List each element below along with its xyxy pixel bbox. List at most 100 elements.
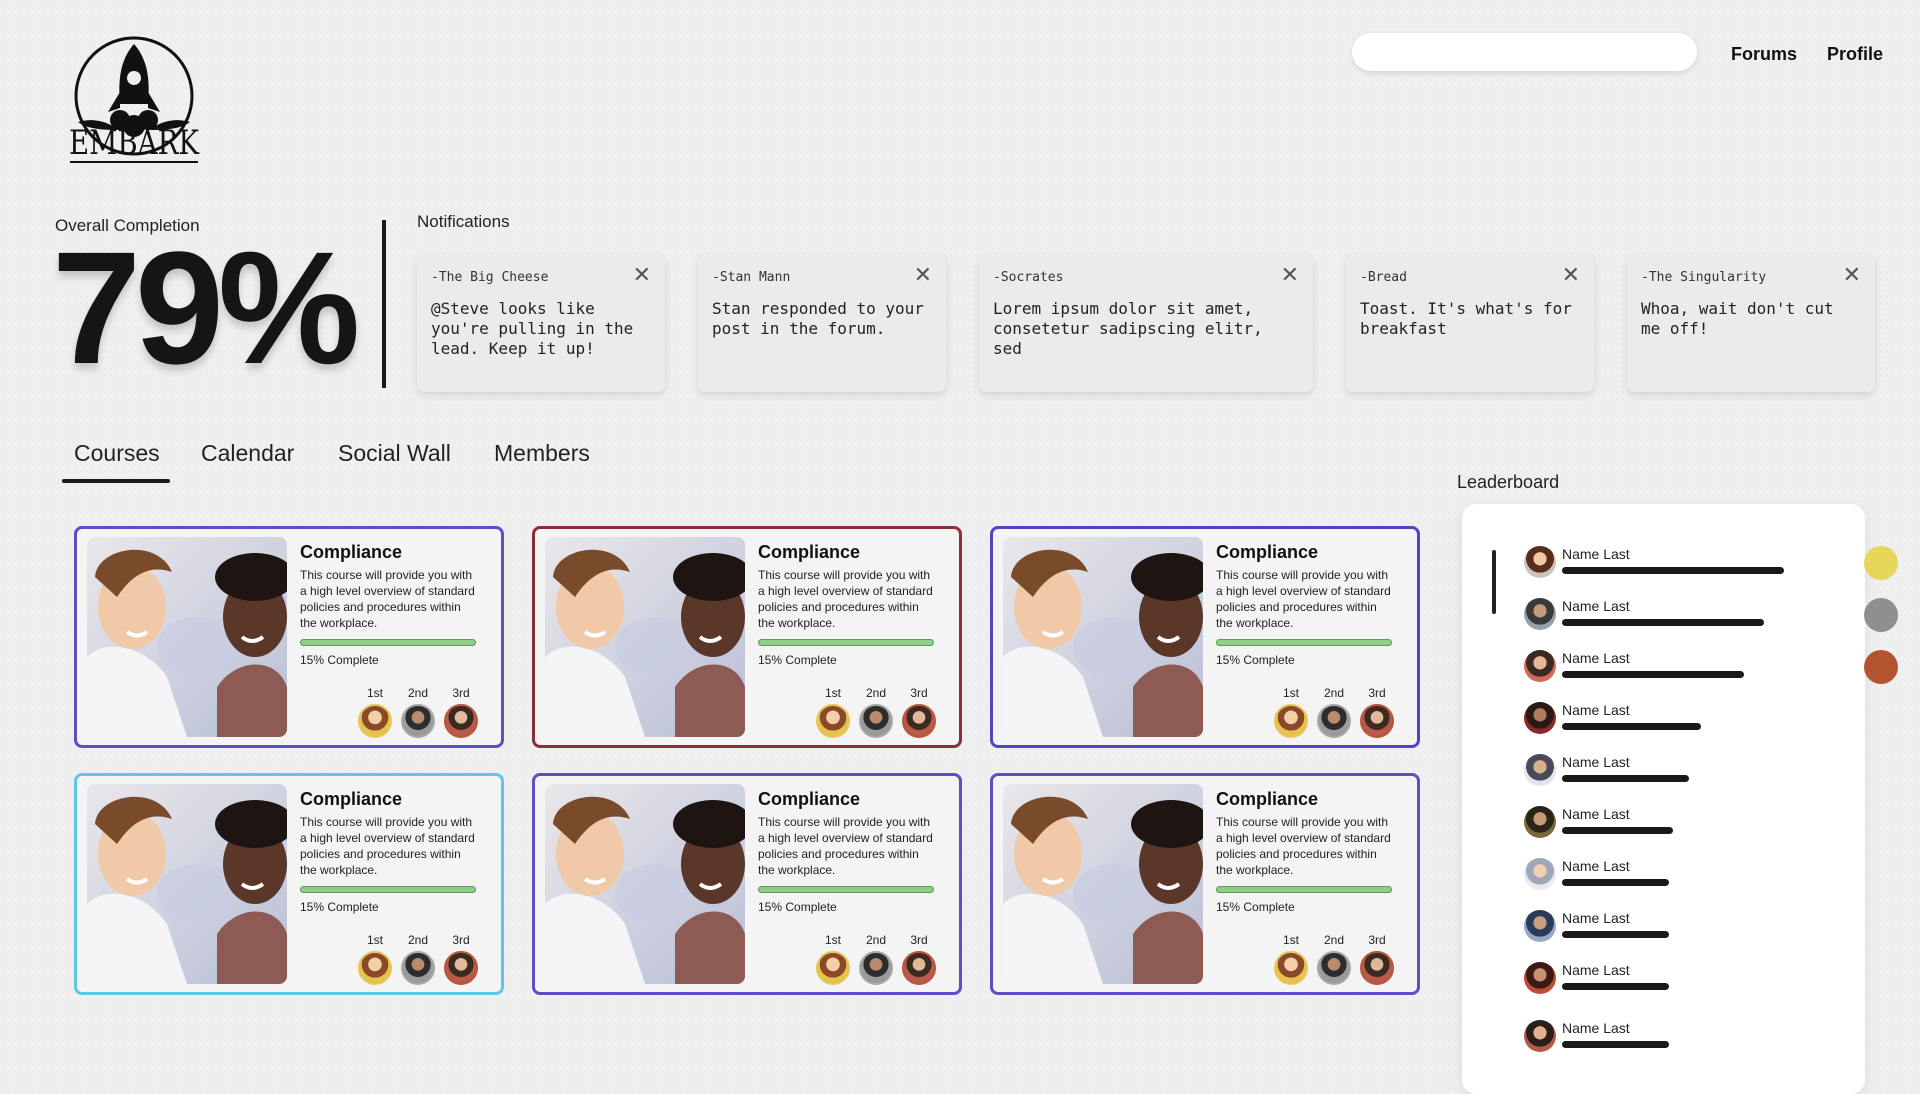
course-progress-text: 15% Complete	[1216, 653, 1295, 667]
rank-label: 1st	[824, 933, 841, 947]
course-image	[545, 537, 745, 737]
avatar[interactable]	[1360, 704, 1394, 738]
course-title: Compliance	[1216, 789, 1319, 809]
avatar	[1524, 910, 1556, 942]
course-card[interactable]: Compliance This course will provide you …	[990, 526, 1420, 748]
avatar[interactable]	[859, 951, 893, 985]
avatar[interactable]	[816, 704, 850, 738]
completion-value: 79%	[52, 218, 360, 397]
leaderboard-scrollbar[interactable]	[1492, 550, 1496, 614]
course-title: Compliance	[758, 789, 861, 809]
rank-label: 2nd	[407, 933, 429, 947]
active-tab-indicator	[62, 479, 170, 483]
rank-label: 2nd	[865, 933, 887, 947]
leaderboard-name: Name Last	[1562, 1020, 1630, 1036]
leaderboard-panel: Name Last Name Last Name Last Name Last …	[1462, 504, 1898, 1094]
tab-social-wall[interactable]: Social Wall	[338, 440, 451, 467]
tab-courses[interactable]: Courses	[74, 440, 160, 467]
avatar[interactable]	[816, 951, 850, 985]
rank-label: 1st	[1282, 933, 1299, 947]
search-input[interactable]	[1352, 33, 1697, 71]
course-card[interactable]: Compliance This course will provide you …	[532, 526, 962, 748]
course-progress-bar	[1216, 639, 1392, 646]
leaderboard-row[interactable]: Name Last	[1524, 806, 1844, 840]
close-icon[interactable]: ✕	[1562, 264, 1580, 286]
course-progress-bar	[758, 639, 934, 646]
rank-label: 1st	[366, 933, 383, 947]
rank-label: 2nd	[1323, 933, 1345, 947]
tab-members[interactable]: Members	[494, 440, 590, 467]
leaderboard-row[interactable]: Name Last	[1524, 858, 1844, 892]
leaderboard-name: Name Last	[1562, 858, 1630, 874]
avatar[interactable]	[1274, 951, 1308, 985]
leaderboard-score-bar	[1562, 983, 1669, 990]
notification-card: -The Big Cheese @Steve looks like you're…	[417, 254, 665, 392]
avatar[interactable]	[401, 704, 435, 738]
avatar[interactable]	[358, 704, 392, 738]
avatar[interactable]	[444, 704, 478, 738]
section-divider	[382, 220, 386, 388]
course-image-frame	[87, 537, 287, 737]
course-title: Compliance	[758, 542, 861, 562]
course-image	[87, 784, 287, 984]
avatar[interactable]	[1317, 951, 1351, 985]
avatar[interactable]	[444, 951, 478, 985]
embark-logo: EMBARK	[69, 36, 199, 163]
course-image-frame	[545, 537, 745, 737]
avatar	[1524, 546, 1556, 578]
close-icon[interactable]: ✕	[914, 264, 932, 286]
leaderboard-row[interactable]: Name Last	[1524, 910, 1844, 944]
course-image	[545, 784, 745, 984]
avatar	[1524, 650, 1556, 682]
course-card[interactable]: Compliance This course will provide you …	[990, 773, 1420, 995]
course-progress-bar	[300, 639, 476, 646]
leaderboard-row[interactable]: Name Last	[1524, 598, 1898, 632]
course-description: This course will provide you with a high…	[1216, 815, 1391, 877]
course-progress-text: 15% Complete	[300, 900, 379, 914]
rank-label: 3rd	[1368, 933, 1386, 947]
avatar[interactable]	[1274, 704, 1308, 738]
leaderboard-row[interactable]: Name Last	[1524, 754, 1844, 788]
leaderboard-score-bar	[1562, 619, 1764, 626]
notification-message: Lorem ipsum dolor sit amet, consetetur s…	[993, 299, 1263, 358]
nav-forums[interactable]: Forums	[1731, 44, 1797, 65]
course-title: Compliance	[300, 542, 403, 562]
leaderboard-row[interactable]: Name Last	[1524, 650, 1898, 684]
rank-label: 1st	[366, 686, 383, 700]
avatar[interactable]	[1317, 704, 1351, 738]
tab-calendar[interactable]: Calendar	[201, 440, 294, 467]
medal-badge	[1864, 650, 1898, 684]
rank-label: 3rd	[910, 933, 928, 947]
leaderboard-score-bar	[1562, 775, 1689, 782]
avatar[interactable]	[1360, 951, 1394, 985]
leaderboard-name: Name Last	[1562, 962, 1630, 978]
avatar[interactable]	[902, 704, 936, 738]
close-icon[interactable]: ✕	[1281, 264, 1299, 286]
leaderboard-score-bar	[1562, 931, 1669, 938]
course-title: Compliance	[300, 789, 403, 809]
leaderboard-row[interactable]: Name Last	[1524, 1020, 1844, 1054]
avatar[interactable]	[902, 951, 936, 985]
leaderboard-score-bar	[1562, 567, 1784, 574]
leaderboard-row[interactable]: Name Last	[1524, 962, 1844, 996]
close-icon[interactable]: ✕	[1843, 264, 1861, 286]
course-card[interactable]: Compliance This course will provide you …	[74, 526, 504, 748]
leaderboard-name: Name Last	[1562, 546, 1630, 562]
leaderboard-score-bar	[1562, 879, 1669, 886]
avatar[interactable]	[859, 704, 893, 738]
avatar[interactable]	[401, 951, 435, 985]
course-card[interactable]: Compliance This course will provide you …	[74, 773, 504, 995]
close-icon[interactable]: ✕	[633, 264, 651, 286]
course-card[interactable]: Compliance This course will provide you …	[532, 773, 962, 995]
leaderboard-row[interactable]: Name Last	[1524, 702, 1844, 736]
course-title: Compliance	[1216, 542, 1319, 562]
nav-profile[interactable]: Profile	[1827, 44, 1883, 65]
avatar[interactable]	[358, 951, 392, 985]
avatar	[1524, 962, 1556, 994]
course-progress-text: 15% Complete	[758, 653, 837, 667]
rank-label: 2nd	[865, 686, 887, 700]
notification-author: -Stan Mann	[712, 270, 791, 285]
course-description: This course will provide you with a high…	[758, 568, 933, 630]
leaderboard-row[interactable]: Name Last	[1524, 546, 1898, 580]
leaderboard-name: Name Last	[1562, 754, 1630, 770]
